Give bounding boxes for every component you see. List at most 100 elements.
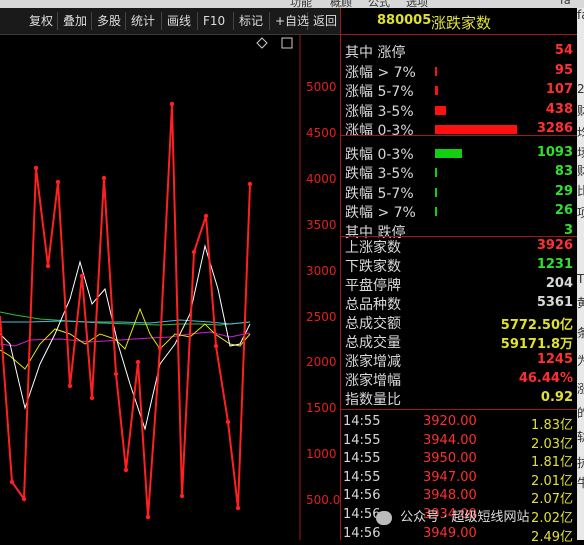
stat-value: 95 [554,62,573,78]
stat-bar [435,66,437,76]
summary-label: 涨家增幅 [345,373,401,389]
statistics-button[interactable]: 统计 [126,12,162,30]
edge-text: 为 [577,354,584,368]
tick-volume: 2.07亿 [531,492,573,508]
stat-label: 跌幅 > 7% [345,205,416,221]
stat-value: 3286 [536,121,573,136]
tick-volume: 2.01亿 [531,473,573,489]
edge-text: T [577,272,584,286]
stat-bar [435,168,437,177]
red-index-line [0,103,251,518]
stat-value: 29 [554,183,573,199]
adjacent-window-edge: fa2财均场财比项T黄条为涨的轨抗牛 [577,8,584,540]
edge-text: 的 [577,406,584,420]
menu-item[interactable]: 概顾 [330,0,352,8]
chart-toolbar: 复权 叠加 多股 统计 画线 F10 标记 +自选 返回 [0,8,340,35]
tick-price: 3948.00 [423,488,477,504]
summary-label: 总品种数 [345,297,401,313]
stat-value: 54 [554,43,573,58]
stat-value: 107 [545,82,573,97]
menu-item[interactable]: 功能 [290,0,312,8]
index-name: 涨跌家数 [431,14,492,32]
tick-volume: 1.83亿 [531,418,573,433]
edge-text: 条 [577,326,584,340]
fuquan-button[interactable]: 复权 [24,12,58,30]
tick-volume: 1.81亿 [531,455,573,471]
watermark-text: 公众号 · 超级短线网站 [400,510,530,525]
tick-time: 14:55 [343,414,381,429]
panel-header: 880005 涨跌家数 [341,8,577,35]
stat-value: 1093 [536,144,573,160]
price-chart[interactable]: 5000 4500 4000 3500 3000 2500 2000 1500 … [0,34,340,540]
edge-text: 财 [577,164,584,178]
breadth-panel: 880005 涨跌家数 其中 涨停 54 涨幅 > 7% 95 涨幅 5-7% 107 涨幅… [340,8,577,545]
menu-item[interactable]: fa [560,0,571,7]
tick-time: 14:55 [343,469,381,485]
red-index-points [9,101,253,520]
stat-label: 涨幅 > 7% [345,64,416,81]
yellow-series-line [0,307,251,370]
edge-text: 涨 [577,382,584,396]
draw-line-button[interactable]: 画线 [162,12,198,30]
summary-value: 5361 [536,295,573,310]
index-code: 880005 [377,13,432,28]
summary-label: 总成交量 [345,335,401,351]
add-favorite-button[interactable]: +自选 [270,12,309,30]
divider [341,135,577,136]
stat-value: 26 [554,203,573,218]
edge-text: fa [577,8,584,22]
summary-value: 1245 [536,352,573,367]
stat-label: 涨幅 3-5% [345,103,414,120]
stat-bar [435,148,462,158]
stat-bar [435,105,446,115]
stat-bar [435,187,437,197]
stat-value: 438 [545,101,573,117]
stat-label: 涨幅 5-7% [345,84,414,100]
window-toggle-icon[interactable] [281,37,293,49]
mark-button[interactable]: 标记 [234,12,270,30]
white-series-line [0,244,251,431]
f10-button[interactable]: F10 [198,12,234,30]
summary-label: 总成交额 [345,316,401,332]
chart-canvas [0,34,301,540]
app-menu-bar: 功能 概顾 公式 选项 fa [0,0,584,8]
stat-label: 涨幅 0-3% [345,123,414,139]
back-button[interactable]: 返回 [308,12,340,30]
edge-text: 财 [577,104,584,118]
summary-value: 5772.50亿 [500,318,573,333]
summary-value: 204 [545,276,573,291]
summary-label: 下跌家数 [345,259,401,275]
green-series-line [0,311,251,326]
stat-label: 跌幅 3-5% [345,166,414,182]
summary-value: 46.44% [518,371,573,386]
menu-item[interactable]: 公式 [368,0,390,8]
multi-stock-button[interactable]: 多股 [92,12,126,30]
edge-text: 抗 [577,456,584,470]
stat-label: 跌幅 0-3% [345,146,414,163]
edge-text: 项 [577,206,584,220]
tick-time: 14:56 [343,488,381,504]
wechat-icon [376,510,392,525]
tick-time: 14:55 [343,451,381,467]
edge-text: 场 [577,146,584,160]
stat-bar [435,125,517,134]
summary-value: 3926 [536,238,573,253]
stat-value: 83 [554,164,573,179]
overlay-button[interactable]: 叠加 [58,12,92,30]
summary-label: 上涨家数 [345,240,401,256]
tick-price: 3944.00 [423,432,477,448]
summary-value: 59171.8万 [500,337,573,352]
edge-text: 轨 [577,430,584,444]
edge-text: 比 [577,184,584,198]
stat-label: 跌幅 5-7% [345,185,414,202]
stat-label: 其中 涨停 [345,45,406,61]
edge-text: 牛 [577,476,584,490]
tick-price: 3947.00 [423,469,477,485]
edge-text: 均 [577,126,584,140]
edge-text: 2 [577,82,584,96]
menu-item[interactable]: 选项 [406,0,428,8]
diamond-icon[interactable] [256,37,268,49]
tick-price: 3950.00 [423,451,477,467]
divider [341,409,577,410]
edge-text: 黄 [577,296,584,310]
